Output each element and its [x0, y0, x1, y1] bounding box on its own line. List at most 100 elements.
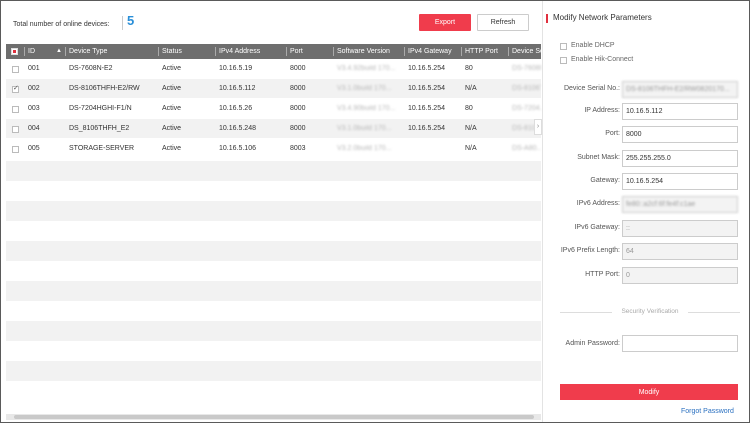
col-header-device-type[interactable]: Device Type	[65, 44, 157, 59]
cell-serial: DS-8106T...	[512, 85, 541, 92]
cell-software-version: V3.4.92build 170...	[337, 65, 396, 72]
col-header-status[interactable]: Status	[158, 44, 214, 59]
cell-status: Active	[162, 85, 182, 92]
security-verification-title: Security Verification	[560, 308, 740, 315]
col-header-software-version[interactable]: Software Version	[333, 44, 403, 59]
gateway-label: Gateway:	[590, 177, 620, 184]
cell-software-version: V3.2.0build 170...	[337, 145, 392, 152]
cell-device-type: DS_8106THFH_E2	[69, 125, 130, 132]
cell-device-type: STORAGE-SERVER	[69, 145, 135, 152]
count-divider	[122, 16, 123, 30]
cell-http-port: N/A	[465, 125, 477, 132]
cell-ipv4: 10.16.5.26	[219, 105, 253, 112]
subnet-mask-field[interactable]: 255.255.255.0	[622, 150, 738, 167]
cell-id: 002	[28, 85, 40, 92]
row-checkbox[interactable]	[12, 146, 19, 153]
cell-port: 8000	[290, 105, 306, 112]
device-table: ID ▲ Device Type Status IPv4 Address Por…	[6, 44, 541, 159]
row-checkbox[interactable]	[12, 126, 19, 133]
subnet-mask-label: Subnet Mask:	[577, 154, 620, 161]
col-header-device-serial[interactable]: Device Se...	[508, 44, 541, 59]
table-row[interactable]: 003 DS-7204HGHI-F1/N Active 10.16.5.26 8…	[6, 99, 541, 119]
device-list-toolbar: Total number of online devices: 5 Export…	[1, 1, 541, 43]
modify-button[interactable]: Modify	[560, 384, 738, 400]
table-row[interactable]: 001 DS-7608N-E2 Active 10.16.5.19 8000 V…	[6, 59, 541, 79]
col-header-ipv4-gateway[interactable]: IPv4 Gateway	[404, 44, 460, 59]
cell-ipv4: 10.16.5.19	[219, 65, 253, 72]
ipv6-address-label: IPv6 Address:	[576, 200, 620, 207]
ipv6-address-field: fe80::a2cf:6f:fe4f:c1ae	[622, 196, 738, 213]
modify-network-panel: Modify Network Parameters Enable DHCP En…	[542, 1, 749, 422]
select-all-checkbox[interactable]	[11, 48, 18, 55]
cell-http-port: 80	[465, 105, 473, 112]
cell-device-type: DS-7608N-E2	[69, 65, 113, 72]
col-header-id[interactable]: ID ▲	[24, 44, 64, 59]
http-port-field: 0	[622, 267, 738, 284]
cell-gateway: 10.16.5.254	[408, 125, 445, 132]
cell-software-version: V3.4.90build 170...	[337, 105, 396, 112]
horizontal-scrollbar[interactable]	[6, 414, 541, 420]
app-window: Total number of online devices: 5 Export…	[0, 0, 750, 423]
cell-serial: DS-7204...	[512, 105, 541, 112]
panel-title: Modify Network Parameters	[546, 13, 652, 23]
cell-port: 8000	[290, 65, 306, 72]
col-header-port[interactable]: Port	[286, 44, 332, 59]
empty-table-area	[6, 161, 541, 401]
online-devices-label: Total number of online devices:	[13, 21, 110, 28]
row-checkbox[interactable]	[12, 106, 19, 113]
cell-serial: DS-A80...	[512, 145, 541, 152]
port-label: Port:	[605, 130, 620, 137]
cell-port: 8003	[290, 145, 306, 152]
ipv6-prefix-field: 64	[622, 243, 738, 260]
col-header-ipv4-address[interactable]: IPv4 Address	[215, 44, 285, 59]
cell-gateway: 10.16.5.254	[408, 85, 445, 92]
cell-port: 8000	[290, 85, 306, 92]
table-row[interactable]: 004 DS_8106THFH_E2 Active 10.16.5.248 80…	[6, 119, 541, 139]
serial-label: Device Serial No.:	[563, 85, 620, 92]
sort-arrow-icon: ▲	[56, 48, 62, 54]
cell-serial: DS-7608N...	[512, 65, 541, 72]
cell-device-type: DS-8106THFH-E2/RW	[69, 85, 140, 92]
cell-id: 001	[28, 65, 40, 72]
cell-port: 8000	[290, 125, 306, 132]
ip-address-label: IP Address:	[584, 107, 620, 114]
cell-id: 004	[28, 125, 40, 132]
device-list-pane: Total number of online devices: 5 Export…	[1, 1, 542, 422]
export-button[interactable]: Export	[419, 14, 471, 31]
ipv6-gateway-label: IPv6 Gateway:	[574, 224, 620, 231]
cell-http-port: N/A	[465, 85, 477, 92]
admin-password-field[interactable]	[622, 335, 738, 352]
gateway-field[interactable]: 10.16.5.254	[622, 173, 738, 190]
collapse-panel-handle[interactable]: ›	[534, 119, 542, 135]
cell-status: Active	[162, 145, 182, 152]
cell-http-port: N/A	[465, 145, 477, 152]
refresh-button[interactable]: Refresh	[477, 14, 529, 31]
cell-id: 005	[28, 145, 40, 152]
cell-ipv4: 10.16.5.112	[219, 85, 256, 92]
table-row[interactable]: 005 STORAGE-SERVER Active 10.16.5.106 80…	[6, 139, 541, 159]
col-header-http-port[interactable]: HTTP Port	[461, 44, 507, 59]
cell-ipv4: 10.16.5.106	[219, 145, 256, 152]
row-checkbox[interactable]	[12, 84, 19, 93]
cell-ipv4: 10.16.5.248	[219, 125, 256, 132]
cell-status: Active	[162, 105, 182, 112]
cell-id: 003	[28, 105, 40, 112]
ip-address-field[interactable]: 10.16.5.112	[622, 103, 738, 120]
table-header: ID ▲ Device Type Status IPv4 Address Por…	[6, 44, 541, 59]
cell-status: Active	[162, 125, 182, 132]
admin-password-label: Admin Password:	[565, 340, 620, 347]
cell-software-version: V3.1.0build 170...	[337, 125, 392, 132]
cell-gateway: 10.16.5.254	[408, 105, 445, 112]
cell-software-version: V3.1.0build 170...	[337, 85, 392, 92]
port-field[interactable]: 8000	[622, 126, 738, 143]
cell-status: Active	[162, 65, 182, 72]
cell-http-port: 80	[465, 65, 473, 72]
scrollbar-thumb[interactable]	[14, 415, 534, 419]
cell-gateway: 10.16.5.254	[408, 65, 445, 72]
ipv6-prefix-label: IPv6 Prefix Length:	[560, 247, 620, 254]
table-row[interactable]: 002 DS-8106THFH-E2/RW Active 10.16.5.112…	[6, 79, 541, 99]
row-checkbox[interactable]	[12, 66, 19, 73]
forgot-password-link[interactable]: Forgot Password	[681, 408, 734, 415]
http-port-label: HTTP Port:	[585, 271, 620, 278]
serial-field: DS-8106THFH-E2/RW0820170...	[622, 81, 738, 98]
